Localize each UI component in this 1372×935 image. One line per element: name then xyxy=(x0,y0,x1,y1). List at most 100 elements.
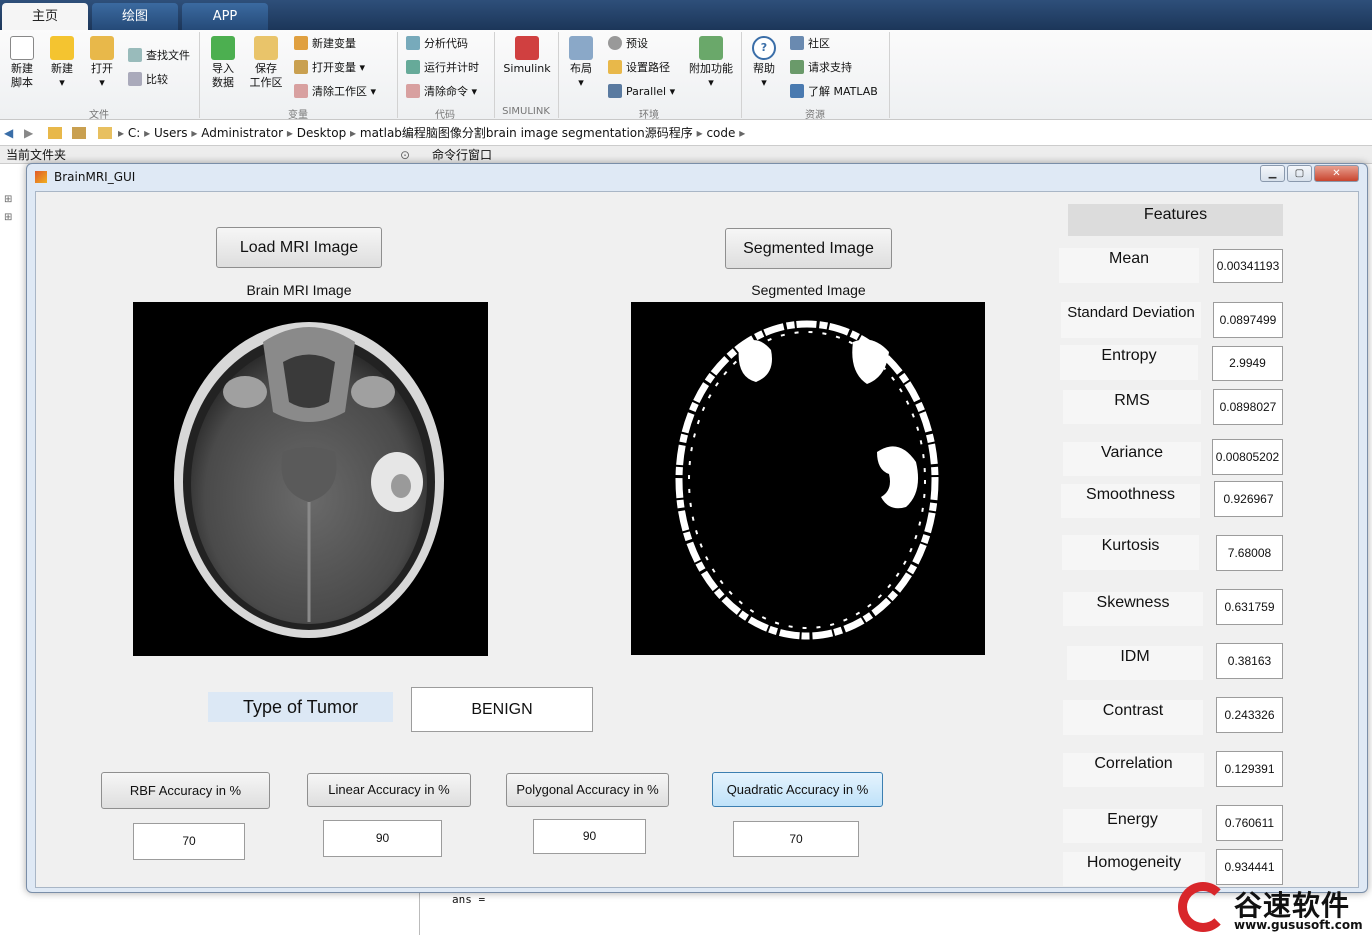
watermark-url: www.gususoft.com xyxy=(1234,918,1363,932)
load-mri-image-button[interactable]: Load MRI Image xyxy=(216,227,382,268)
chevron-down-icon: ▾ xyxy=(578,76,584,89)
section-environment-label: 环境 xyxy=(639,110,659,121)
find-files-button[interactable]: 查找文件 xyxy=(128,48,190,64)
segmented-image-caption: Segmented Image xyxy=(751,282,866,298)
window-title: BrainMRI_GUI xyxy=(54,170,136,184)
expand-icon[interactable]: ⊞ xyxy=(4,194,12,205)
brand-logo-icon xyxy=(1178,882,1228,932)
set-path-button[interactable]: 设置路径 xyxy=(608,60,670,76)
section-file-label: 文件 xyxy=(89,110,109,121)
feature-value-variance: 0.00805202 xyxy=(1212,439,1283,475)
tab-home[interactable]: 主页 xyxy=(2,3,88,30)
community-icon xyxy=(790,36,804,50)
rbf-accuracy-value: 70 xyxy=(133,823,245,860)
breadcrumb-item[interactable]: code xyxy=(706,126,735,140)
feature-label-standard-deviation: Standard Deviation xyxy=(1061,302,1201,338)
feature-label-smoothness: Smoothness xyxy=(1061,484,1200,518)
minimize-button[interactable]: ▁ xyxy=(1260,165,1285,182)
tumor-type-value: BENIGN xyxy=(411,687,593,732)
chevron-down-icon: ▾ xyxy=(359,61,366,74)
maximize-button[interactable]: ▢ xyxy=(1287,165,1312,182)
help-button[interactable]: ? 帮助 ▾ xyxy=(748,36,780,90)
folder-icon xyxy=(90,36,114,60)
window-title-bar: BrainMRI_GUI ▁ ▢ ✕ xyxy=(27,164,1367,190)
analyze-code-button[interactable]: 分析代码 xyxy=(406,36,468,52)
compare-button[interactable]: 比较 xyxy=(128,72,168,88)
clear-workspace-button[interactable]: 清除工作区 ▾ xyxy=(294,84,376,100)
add-ons-button[interactable]: 附加功能 ▾ xyxy=(686,36,736,90)
breadcrumb-item[interactable]: Desktop xyxy=(297,126,347,140)
new-variable-button[interactable]: 新建变量 xyxy=(294,36,356,52)
feature-value-smoothness: 0.926967 xyxy=(1214,481,1283,517)
chevron-down-icon: ▾ xyxy=(99,76,105,89)
brain-image-caption: Brain MRI Image xyxy=(246,282,352,298)
up-folder-icon[interactable] xyxy=(48,127,62,139)
save-workspace-button[interactable]: 保存 工作区 xyxy=(246,36,286,90)
simulink-icon xyxy=(515,36,539,60)
tab-apps[interactable]: APP xyxy=(182,3,268,30)
segmented-image-button[interactable]: Segmented Image xyxy=(725,228,892,269)
request-support-button[interactable]: 请求支持 xyxy=(790,60,852,76)
community-button[interactable]: 社区 xyxy=(790,36,830,52)
new-script-button[interactable]: 新建 脚本 xyxy=(4,36,40,90)
parallel-icon xyxy=(608,84,622,98)
run-and-time-button[interactable]: 运行并计时 xyxy=(406,60,479,76)
tab-plots[interactable]: 绘图 xyxy=(92,3,178,30)
chevron-down-icon: ▾ xyxy=(761,76,767,89)
open-variable-button[interactable]: 打开变量 ▾ xyxy=(294,60,365,76)
back-arrow-icon[interactable]: ◀ xyxy=(4,121,13,146)
help-icon: ? xyxy=(752,36,776,60)
feature-label-kurtosis: Kurtosis xyxy=(1062,535,1199,570)
folder-icon xyxy=(608,60,622,74)
panel-menu-icon[interactable]: ⊙ xyxy=(400,146,410,164)
feature-label-energy: Energy xyxy=(1063,809,1202,843)
feature-value-mean: 0.00341193 xyxy=(1213,249,1283,283)
command-window-title: 命令行窗口 xyxy=(432,148,493,162)
new-variable-icon xyxy=(294,36,308,50)
command-output: ans = xyxy=(452,893,486,906)
support-icon xyxy=(790,60,804,74)
plus-icon xyxy=(50,36,74,60)
new-button[interactable]: 新建 ▾ xyxy=(44,36,80,90)
top-tab-bar: 主页 绘图 APP xyxy=(0,0,1372,30)
feature-value-energy: 0.760611 xyxy=(1216,805,1283,841)
rbf-accuracy-button[interactable]: RBF Accuracy in % xyxy=(101,772,270,809)
chevron-down-icon: ▾ xyxy=(370,85,377,98)
open-button[interactable]: 打开 ▾ xyxy=(84,36,120,90)
feature-value-correlation: 0.129391 xyxy=(1216,751,1283,787)
polygonal-accuracy-value: 90 xyxy=(533,819,646,854)
feature-value-kurtosis: 7.68008 xyxy=(1216,535,1283,571)
feature-label-idm: IDM xyxy=(1067,646,1203,680)
breadcrumb-item[interactable]: C: xyxy=(128,126,140,140)
layout-button[interactable]: 布局 ▾ xyxy=(564,36,598,90)
chevron-down-icon: ▾ xyxy=(708,76,714,89)
chevron-down-icon: ▾ xyxy=(471,85,478,98)
simulink-button[interactable]: Simulink xyxy=(500,36,554,76)
feature-label-contrast: Contrast xyxy=(1063,700,1203,735)
feature-value-idm: 0.38163 xyxy=(1216,643,1283,679)
polygonal-accuracy-button[interactable]: Polygonal Accuracy in % xyxy=(506,773,669,807)
import-data-button[interactable]: 导入 数据 xyxy=(204,36,242,90)
expand-icon[interactable]: ⊞ xyxy=(4,212,12,223)
clear-commands-button[interactable]: 清除命令 ▾ xyxy=(406,84,477,100)
feature-value-entropy: 2.9949 xyxy=(1212,346,1283,381)
preferences-button[interactable]: 预设 xyxy=(608,36,648,52)
analyze-icon xyxy=(406,36,420,50)
breadcrumb-item[interactable]: Users xyxy=(154,126,188,140)
feature-label-mean: Mean xyxy=(1059,248,1199,283)
parallel-button[interactable]: Parallel ▾ xyxy=(608,84,675,100)
browse-folder-icon[interactable] xyxy=(72,127,86,139)
linear-accuracy-button[interactable]: Linear Accuracy in % xyxy=(307,773,471,807)
learn-matlab-button[interactable]: 了解 MATLAB xyxy=(790,84,878,100)
chevron-down-icon: ▾ xyxy=(669,85,676,98)
quadratic-accuracy-button[interactable]: Quadratic Accuracy in % xyxy=(712,772,883,807)
feature-label-correlation: Correlation xyxy=(1063,753,1204,787)
close-button[interactable]: ✕ xyxy=(1314,165,1359,182)
compare-icon xyxy=(128,72,142,86)
quadratic-accuracy-value: 70 xyxy=(733,821,859,857)
learn-icon xyxy=(790,84,804,98)
feature-value-skewness: 0.631759 xyxy=(1216,589,1283,625)
breadcrumb-item[interactable]: matlab编程脑图像分割brain image segmentation源码程… xyxy=(360,126,693,140)
forward-arrow-icon[interactable]: ▶ xyxy=(24,121,33,146)
breadcrumb-item[interactable]: Administrator xyxy=(201,126,283,140)
